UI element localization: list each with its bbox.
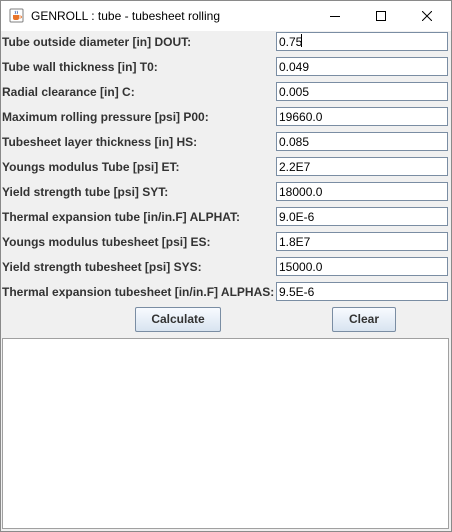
row-t0: Tube wall thickness [in] T0: bbox=[1, 56, 451, 81]
minimize-button[interactable] bbox=[312, 1, 358, 31]
clear-button[interactable]: Clear bbox=[332, 307, 396, 332]
row-alphat: Thermal expansion tube [in/in.F] ALPHAT: bbox=[1, 206, 451, 231]
et-field[interactable] bbox=[276, 157, 448, 176]
c-field[interactable] bbox=[276, 82, 448, 101]
row-et: Youngs modulus Tube [psi] ET: bbox=[1, 156, 451, 181]
et-label: Youngs modulus Tube [psi] ET: bbox=[2, 160, 180, 174]
row-dout: Tube outside diameter [in] DOUT: bbox=[1, 31, 451, 56]
t0-field[interactable] bbox=[276, 57, 448, 76]
row-syt: Yield strength tube [psi] SYT: bbox=[1, 181, 451, 206]
hs-field[interactable] bbox=[276, 132, 448, 151]
alphas-field[interactable] bbox=[276, 282, 448, 301]
maximize-button[interactable] bbox=[358, 1, 404, 31]
sys-label: Yield strength tubesheet [psi] SYS: bbox=[2, 260, 202, 274]
minimize-icon bbox=[330, 16, 340, 17]
window-title: GENROLL : tube - tubesheet rolling bbox=[31, 9, 220, 23]
row-c: Radial clearance [in] C: bbox=[1, 81, 451, 106]
row-p00: Maximum rolling pressure [psi] P00: bbox=[1, 106, 451, 131]
text-caret bbox=[301, 34, 302, 47]
t0-label: Tube wall thickness [in] T0: bbox=[2, 60, 158, 74]
calculate-button[interactable]: Calculate bbox=[135, 307, 221, 332]
syt-field[interactable] bbox=[276, 182, 448, 201]
close-button[interactable] bbox=[404, 1, 450, 31]
c-label: Radial clearance [in] C: bbox=[2, 85, 135, 99]
close-icon bbox=[422, 11, 432, 21]
row-hs: Tubesheet layer thickness [in] HS: bbox=[1, 131, 451, 156]
sys-field[interactable] bbox=[276, 257, 448, 276]
syt-label: Yield strength tube [psi] SYT: bbox=[2, 185, 169, 199]
row-alphas: Thermal expansion tubesheet [in/in.F] AL… bbox=[1, 281, 451, 306]
p00-field[interactable] bbox=[276, 107, 448, 126]
es-label: Youngs modulus tubesheet [psi] ES: bbox=[2, 235, 211, 249]
row-sys: Yield strength tubesheet [psi] SYS: bbox=[1, 256, 451, 281]
java-coffee-cup-icon bbox=[9, 8, 24, 23]
alphas-label: Thermal expansion tubesheet [in/in.F] AL… bbox=[2, 285, 275, 299]
dout-label: Tube outside diameter [in] DOUT: bbox=[2, 35, 192, 49]
alphat-label: Thermal expansion tube [in/in.F] ALPHAT: bbox=[2, 210, 241, 224]
hs-label: Tubesheet layer thickness [in] HS: bbox=[2, 135, 198, 149]
maximize-icon bbox=[376, 11, 386, 21]
title-bar[interactable]: GENROLL : tube - tubesheet rolling bbox=[1, 1, 451, 31]
row-es: Youngs modulus tubesheet [psi] ES: bbox=[1, 231, 451, 256]
alphat-field[interactable] bbox=[276, 207, 448, 226]
es-field[interactable] bbox=[276, 232, 448, 251]
p00-label: Maximum rolling pressure [psi] P00: bbox=[2, 110, 209, 124]
genroll-window: GENROLL : tube - tubesheet rolling Tube … bbox=[0, 0, 452, 532]
results-output-area[interactable] bbox=[2, 338, 449, 529]
